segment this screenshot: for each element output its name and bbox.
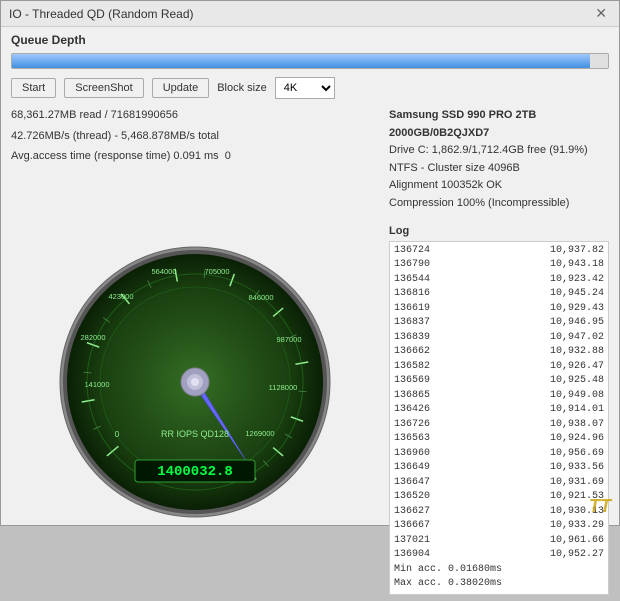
log-entry: 13656310,924.96 bbox=[394, 432, 604, 447]
log-entry: 13690410,952.27 bbox=[394, 548, 604, 563]
stats-line3: Avg.access time (response time) 0.091 ms… bbox=[11, 148, 379, 165]
drive-line4: Compression 100% (Incompressible) bbox=[389, 195, 609, 213]
log-entry: 13686510,949.08 bbox=[394, 389, 604, 404]
log-entry: 13681610,945.24 bbox=[394, 287, 604, 302]
log-entry: 13666710,933.29 bbox=[394, 519, 604, 534]
log-entry: Max acc. 0.38020ms bbox=[394, 577, 604, 592]
log-entry: Min acc. 0.01680ms bbox=[394, 563, 604, 578]
log-entry: 13661910,929.43 bbox=[394, 302, 604, 317]
log-entry: 13642610,914.01 bbox=[394, 403, 604, 418]
log-entry: 13666210,932.88 bbox=[394, 345, 604, 360]
window-title: IO - Threaded QD (Random Read) bbox=[9, 7, 194, 21]
svg-text:RR IOPS QD128: RR IOPS QD128 bbox=[161, 429, 229, 439]
log-entry: 13683910,947.02 bbox=[394, 331, 604, 346]
log-entry: 13652010,921.53 bbox=[394, 490, 604, 505]
svg-text:564000: 564000 bbox=[151, 267, 176, 276]
block-size-label: Block size bbox=[217, 82, 267, 94]
log-entry: 13696010,956.69 bbox=[394, 447, 604, 462]
gauge-area: 0 141000 282000 423000 5 bbox=[11, 169, 379, 595]
log-entry: 13662710,930.13 bbox=[394, 505, 604, 520]
log-entry: 13656910,925.48 bbox=[394, 374, 604, 389]
svg-text:1128000: 1128000 bbox=[269, 383, 298, 392]
drive-title: Samsung SSD 990 PRO 2TB 2000GB/0B2QJXD7 bbox=[389, 107, 609, 142]
gauge-svg: 0 141000 282000 423000 5 bbox=[55, 242, 335, 522]
log-entry: 13664910,933.56 bbox=[394, 461, 604, 476]
log-entry: 13679010,943.18 bbox=[394, 258, 604, 273]
svg-text:282000: 282000 bbox=[80, 333, 105, 342]
log-entry: 13664710,931.69 bbox=[394, 476, 604, 491]
update-button[interactable]: Update bbox=[152, 78, 209, 98]
log-label: Log bbox=[389, 225, 609, 237]
stats-line1: 68,361.27MB read / 71681990656 bbox=[11, 107, 379, 124]
start-button[interactable]: Start bbox=[11, 78, 56, 98]
log-entry: 13683710,946.95 bbox=[394, 316, 604, 331]
log-entry: 13702110,961.66 bbox=[394, 534, 604, 549]
watermark: TT bbox=[589, 496, 611, 517]
log-entry: 13658210,926.47 bbox=[394, 360, 604, 375]
drive-info: Samsung SSD 990 PRO 2TB 2000GB/0B2QJXD7 … bbox=[389, 107, 609, 213]
log-container[interactable]: 13672410,937.8213679010,943.1813654410,9… bbox=[389, 241, 609, 595]
log-entry: 13672410,937.82 bbox=[394, 244, 604, 259]
queue-depth-label: Queue Depth bbox=[11, 33, 609, 47]
stats-line2: 42.726MB/s (thread) - 5,468.878MB/s tota… bbox=[11, 128, 379, 145]
close-button[interactable]: ✕ bbox=[591, 5, 611, 22]
svg-text:1269000: 1269000 bbox=[245, 429, 274, 438]
drive-line1: Drive C: 1,862.9/1,712.4GB free (91.9%) bbox=[389, 142, 609, 160]
log-entry: 13654410,923.42 bbox=[394, 273, 604, 288]
queue-depth-bar bbox=[11, 53, 609, 69]
block-size-select[interactable]: 4K 512B 1K 2K 8K 16K 32K 64K 128K 256K 5… bbox=[275, 77, 335, 99]
log-entry: 13672610,938.07 bbox=[394, 418, 604, 433]
queue-depth-fill bbox=[12, 54, 590, 68]
svg-text:846000: 846000 bbox=[248, 293, 273, 302]
svg-text:141000: 141000 bbox=[84, 380, 109, 389]
screenshot-button[interactable]: ScreenShot bbox=[64, 78, 143, 98]
svg-text:1400032.8: 1400032.8 bbox=[157, 464, 233, 480]
drive-line2: NTFS - Cluster size 4096B bbox=[389, 160, 609, 178]
drive-line3: Alignment 100352k OK bbox=[389, 177, 609, 195]
